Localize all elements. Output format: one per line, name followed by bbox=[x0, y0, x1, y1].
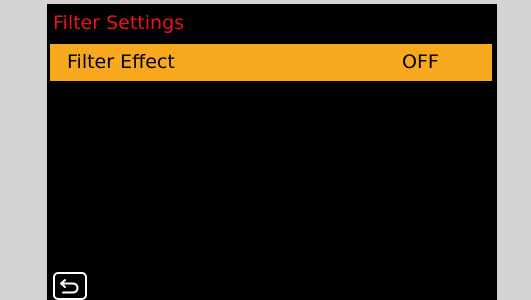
return-arrow-icon bbox=[60, 279, 79, 294]
back-button[interactable] bbox=[53, 272, 87, 300]
page-title: Filter Settings bbox=[53, 12, 185, 34]
menu-screen: Filter Settings Filter Effect OFF bbox=[47, 4, 497, 300]
menu-item-value: OFF bbox=[402, 51, 439, 73]
menu-item-filter-effect[interactable]: Filter Effect OFF bbox=[50, 44, 492, 81]
menu-item-label: Filter Effect bbox=[67, 51, 175, 73]
camera-display: Filter Settings Filter Effect OFF bbox=[0, 0, 531, 300]
